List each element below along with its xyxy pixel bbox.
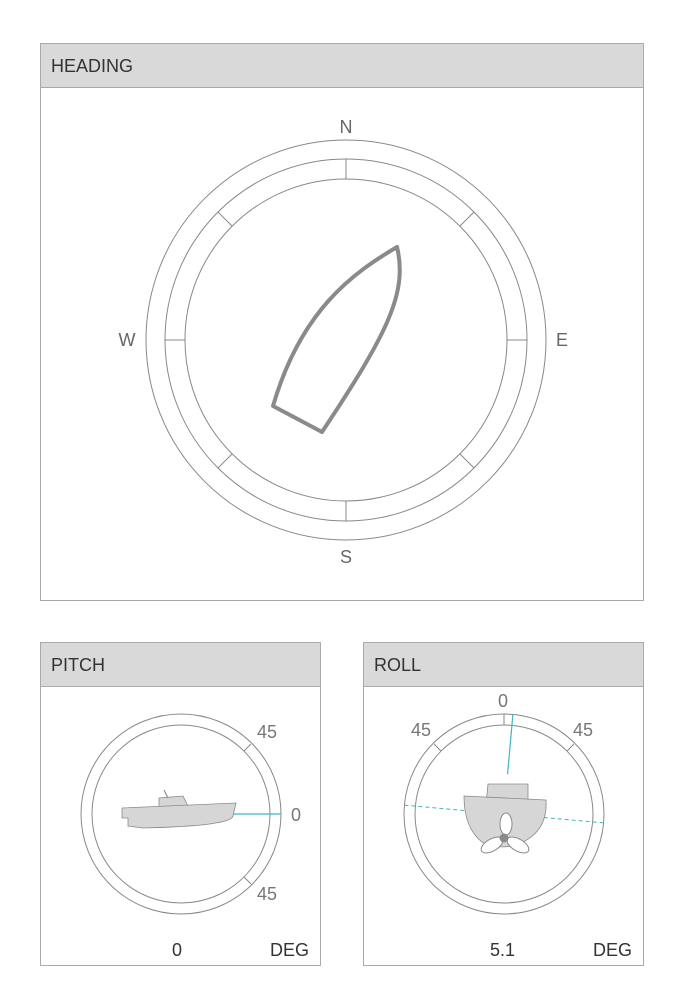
compass-inner-ring <box>184 178 508 502</box>
pitch-scale-upper-label: 45 <box>257 722 277 742</box>
boat-side-view-icon <box>121 789 237 829</box>
roll-unit: DEG <box>593 940 633 960</box>
roll-tick-left <box>433 743 442 752</box>
roll-panel: ROLL 0 45 45 5.1 DEG <box>363 642 644 966</box>
compass-tick-marks <box>165 159 527 521</box>
pitch-scale-level-label: 0 <box>291 805 301 825</box>
pitch-value: 0 <box>172 940 183 960</box>
pitch-panel: PITCH 45 0 45 0 DEG <box>40 642 321 966</box>
boat-top-view-icon <box>271 245 402 434</box>
pitch-gauge: 45 0 45 <box>80 713 301 915</box>
pitch-scale-lower-label: 45 <box>257 884 277 904</box>
compass-south-label: S <box>340 547 352 567</box>
roll-scale-top-label: 0 <box>498 691 508 711</box>
heading-panel: HEADING N S E W <box>40 43 644 601</box>
roll-scale-right-label: 45 <box>573 720 593 740</box>
compass-west-label: W <box>119 330 136 350</box>
boat-stern-view-icon <box>463 783 547 854</box>
pitch-tick-upper <box>243 743 252 752</box>
roll-scale-left-label: 45 <box>411 720 431 740</box>
roll-gauge: 0 45 45 <box>403 691 605 915</box>
roll-tick-right <box>566 743 575 752</box>
roll-value: 5.1 <box>490 940 516 960</box>
pitch-unit: DEG <box>270 940 310 960</box>
compass-north-label: N <box>340 117 353 137</box>
pitch-tick-lower <box>243 876 252 885</box>
roll-vertical-line <box>506 714 514 775</box>
compass-east-label: E <box>556 330 568 350</box>
heading-compass: N S E W <box>119 117 569 567</box>
compass-outer-ring <box>145 139 547 541</box>
